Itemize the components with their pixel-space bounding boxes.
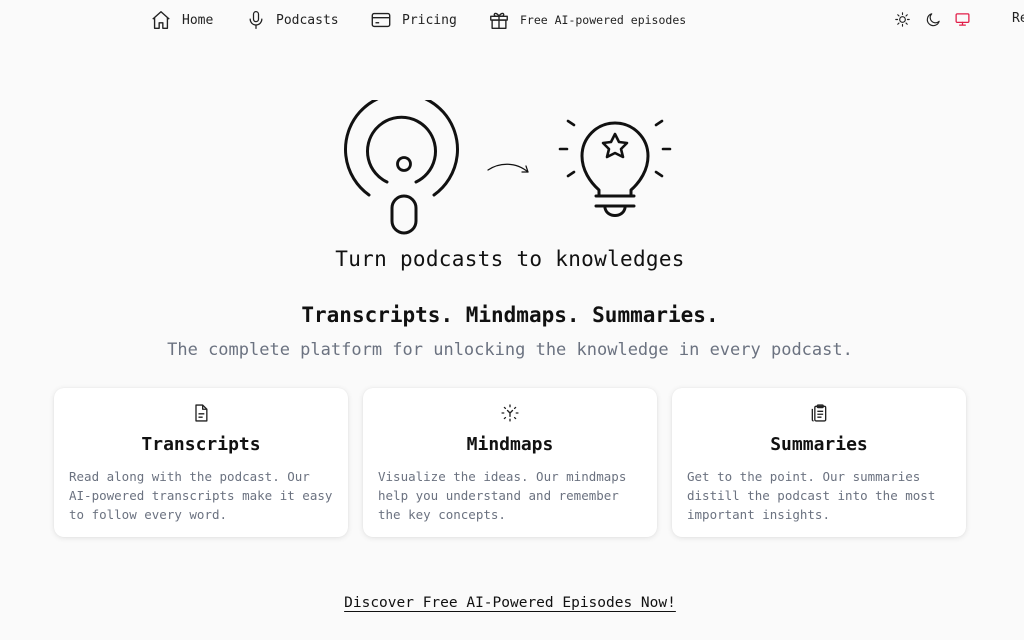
nav-home-label: Home xyxy=(182,12,214,28)
feature-card-mindmaps: Mindmaps Visualize the ideas. Our mindma… xyxy=(363,388,657,537)
nav-free-episodes-label: Free AI-powered episodes xyxy=(520,13,687,27)
nav-home[interactable]: Home xyxy=(150,9,213,31)
hero-subhead: The complete platform for unlocking the … xyxy=(167,340,853,360)
feature-title: Mindmaps xyxy=(466,434,554,455)
clipboard-icon xyxy=(672,403,966,423)
credit-card-icon xyxy=(370,9,392,31)
mindmap-icon xyxy=(363,403,657,423)
discover-episodes-link[interactable]: Discover Free AI-Powered Episodes Now! xyxy=(344,595,676,611)
cta-container: Discover Free AI-Powered Episodes Now! xyxy=(0,592,1020,611)
nav-pricing-label: Pricing xyxy=(402,12,457,28)
sun-icon[interactable] xyxy=(894,11,911,32)
nav-podcasts[interactable]: Podcasts xyxy=(246,9,339,31)
nav-pricing[interactable]: Pricing xyxy=(370,9,457,31)
monitor-icon[interactable] xyxy=(954,11,971,32)
gift-icon xyxy=(488,9,510,31)
hero-tagline: Turn podcasts to knowledges xyxy=(335,247,685,271)
moon-icon[interactable] xyxy=(925,11,942,32)
feature-description: Read along with the podcast. Our AI-powe… xyxy=(69,469,333,522)
microphone-icon xyxy=(246,9,266,31)
feature-title: Transcripts xyxy=(141,434,261,455)
document-icon xyxy=(54,403,348,423)
feature-description: Get to the point. Our summaries distill … xyxy=(687,469,936,522)
nav-podcasts-label: Podcasts xyxy=(276,12,339,28)
arrow-icon xyxy=(487,163,529,173)
lightbulb-icon xyxy=(558,119,672,217)
feature-title: Summaries xyxy=(770,434,868,455)
hero-headline: Transcripts. Mindmaps. Summaries. xyxy=(301,303,719,327)
cut-off-nav-text[interactable]: Re xyxy=(1012,11,1024,26)
feature-card-summaries: Summaries Get to the point. Our summarie… xyxy=(672,388,966,537)
home-icon xyxy=(150,9,172,31)
podcast-icon xyxy=(344,91,459,235)
top-navigation: Home Podcasts Pricing Free AI-powered ep… xyxy=(0,0,1024,42)
hero-illustration xyxy=(340,91,690,240)
feature-card-transcripts: Transcripts Read along with the podcast.… xyxy=(54,388,348,537)
nav-free-episodes[interactable]: Free AI-powered episodes xyxy=(488,9,686,31)
feature-description: Visualize the ideas. Our mindmaps help y… xyxy=(378,469,627,522)
